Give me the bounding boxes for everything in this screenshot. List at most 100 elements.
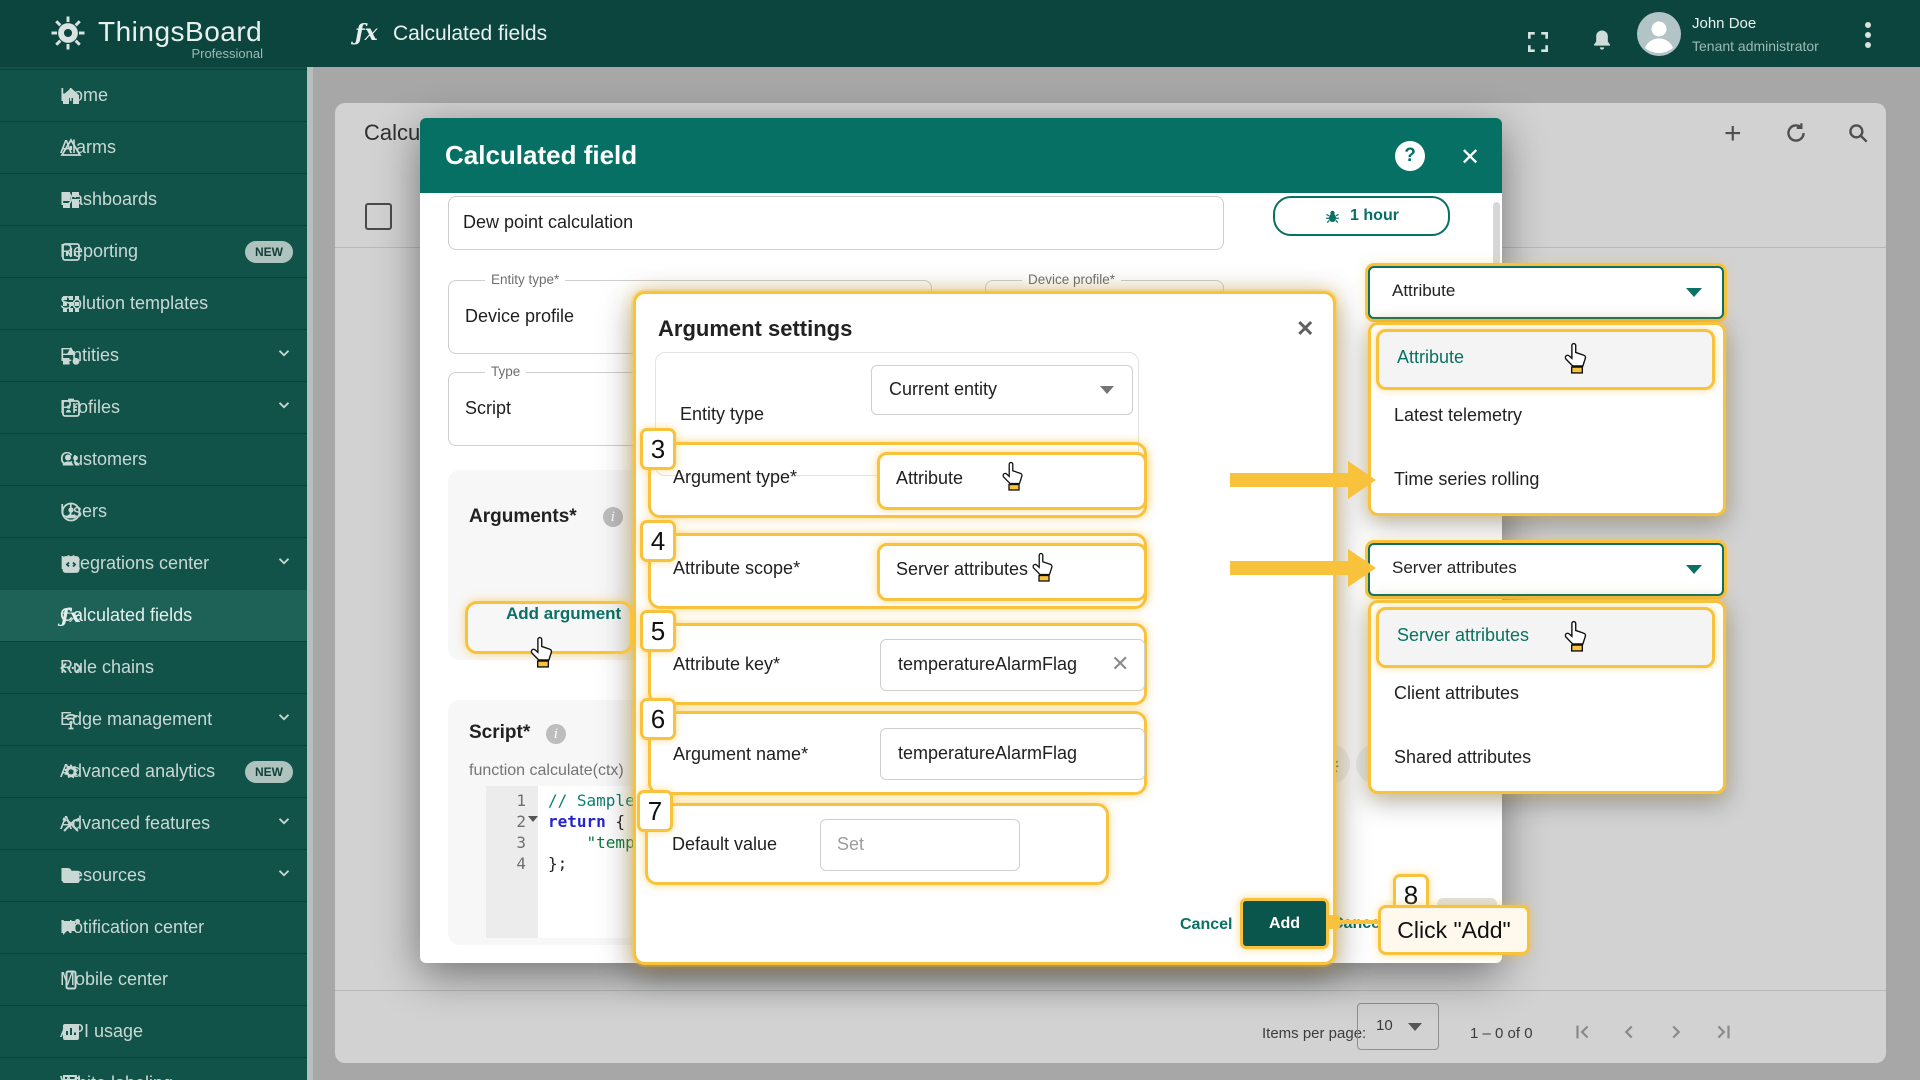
dialog-cancel-button[interactable]: Cancel (1180, 916, 1232, 934)
highlight-argument-name-row: Argument name* temperatureAlarmFlag (648, 711, 1147, 795)
sidebar-item-reporting[interactable]: Reporting NEW (0, 225, 307, 277)
kebab-menu-icon[interactable] (1864, 21, 1872, 55)
sidebar-scrollbar[interactable] (307, 67, 313, 1080)
fx-icon: ƒx (355, 20, 378, 46)
chevron-down-icon (275, 344, 293, 367)
sidebar-item-white-labeling[interactable]: White labeling (0, 1057, 307, 1080)
hand-cursor-icon (1564, 620, 1590, 657)
sidebar-item-notification-center[interactable]: Notification center (0, 901, 307, 953)
sidebar-item-users[interactable]: Users (0, 485, 307, 537)
thingsboard-app: ThingsBoard Professional ƒx Calculated f… (0, 0, 1920, 1080)
code-line: "temp (548, 833, 635, 852)
option-server-attributes[interactable]: Server attributes (1376, 607, 1715, 668)
sidebar-item-solution-templates[interactable]: Solution templates (0, 277, 307, 329)
paint-icon (58, 1071, 84, 1080)
sidebar-item-resources[interactable]: Resources (0, 849, 307, 901)
attribute-scope-select[interactable]: Server attributes (877, 543, 1147, 601)
sidebar-item-entities[interactable]: Entities (0, 329, 307, 381)
sidebar-nav: Home Alarms Dashboards Reporting NEW Sol… (0, 67, 307, 1080)
hand-cursor-icon (1032, 552, 1056, 587)
rule-chain-icon (58, 655, 84, 681)
highlight-argument-type-row: Argument type* Attribute (648, 442, 1147, 518)
refresh-icon[interactable] (1783, 120, 1809, 151)
sidebar-item-edge-management[interactable]: Edge management (0, 693, 307, 745)
logo-subtitle: Professional (98, 46, 263, 61)
id-card-icon (58, 395, 84, 421)
hand-cursor-icon (1002, 461, 1026, 496)
chevron-down-icon (1686, 565, 1702, 574)
add-icon[interactable]: + (1724, 117, 1742, 151)
last-page-icon[interactable] (1712, 1021, 1734, 1048)
argument-type-combo[interactable]: Attribute (1368, 266, 1724, 319)
chevron-down-icon (275, 708, 293, 731)
option-latest-telemetry[interactable]: Latest telemetry (1394, 405, 1522, 426)
sidebar-item-dashboards[interactable]: Dashboards (0, 173, 307, 225)
option-time-series-rolling[interactable]: Time series rolling (1394, 469, 1539, 490)
sidebar-item-mobile-center[interactable]: Mobile center (0, 953, 307, 1005)
step-badge-4: 4 (640, 520, 676, 562)
fullscreen-icon[interactable] (1525, 29, 1551, 60)
clear-icon[interactable]: ✕ (1111, 651, 1129, 677)
page-size-select[interactable]: 10 (1357, 1003, 1439, 1050)
entity-type-select[interactable]: Current entity (871, 365, 1133, 415)
highlight-default-value-row: Default value Set (645, 803, 1109, 885)
first-page-icon[interactable] (1572, 1021, 1594, 1048)
chevron-down-icon (1686, 288, 1702, 297)
integration-icon (58, 551, 84, 577)
argument-name-input[interactable]: temperatureAlarmFlag (880, 728, 1145, 780)
default-value-input[interactable]: Set (820, 819, 1020, 871)
highlight-attribute-key-row: Attribute key* temperatureAlarmFlag ✕ (648, 623, 1147, 705)
page-title: Calculated fields (393, 22, 547, 46)
close-icon[interactable]: ✕ (1460, 143, 1480, 172)
sidebar-item-integrations-center[interactable]: Integrations center (0, 537, 307, 589)
step-badge-6: 6 (640, 698, 676, 740)
sidebar-item-rule-chains[interactable]: Rule chains (0, 641, 307, 693)
name-input[interactable]: Dew point calculation (448, 196, 1224, 250)
notifications-bell-icon[interactable] (1588, 26, 1616, 61)
option-client-attributes[interactable]: Client attributes (1394, 683, 1519, 704)
attribute-key-input[interactable]: temperatureAlarmFlag ✕ (880, 639, 1145, 691)
sidebar-item-calculated-fields[interactable]: ƒx Calculated fields (0, 589, 307, 641)
argument-type-select[interactable]: Attribute (877, 452, 1147, 510)
user-name: John Doe (1692, 15, 1756, 32)
items-per-page-label: Items per page: (1262, 1025, 1366, 1042)
select-all-checkbox[interactable] (365, 203, 392, 230)
sidebar-item-customers[interactable]: Customers (0, 433, 307, 485)
new-badge: NEW (245, 761, 293, 783)
avatar[interactable] (1637, 12, 1681, 61)
info-icon: i (603, 507, 623, 527)
page-range: 1 – 0 of 0 (1470, 1025, 1533, 1042)
chevron-down-icon (1100, 386, 1114, 394)
code-fold-icon[interactable] (528, 816, 538, 822)
option-shared-attributes[interactable]: Shared attributes (1394, 747, 1531, 768)
chevron-down-icon (275, 812, 293, 835)
prev-page-icon[interactable] (1618, 1021, 1640, 1048)
sidebar-item-profiles[interactable]: Profiles (0, 381, 307, 433)
chevron-down-icon (275, 552, 293, 575)
dialog-add-button[interactable]: Add (1240, 898, 1329, 949)
sidebar-item-advanced-analytics[interactable]: Advanced analytics NEW (0, 745, 307, 797)
top-bar: ThingsBoard Professional ƒx Calculated f… (0, 0, 1920, 67)
option-attribute[interactable]: Attribute (1376, 329, 1715, 390)
logo-text: ThingsBoard (98, 16, 262, 48)
new-badge: NEW (245, 241, 293, 263)
next-page-icon[interactable] (1665, 1021, 1687, 1048)
connector-line (1340, 920, 1380, 924)
grid-icon (58, 291, 84, 317)
sidebar-item-api-usage[interactable]: API usage (0, 1005, 307, 1057)
shapes-icon (58, 343, 84, 369)
code-line: // Sample (548, 791, 635, 810)
search-icon[interactable] (1845, 120, 1871, 151)
bug-icon (1324, 208, 1341, 225)
fx-icon: ƒx (58, 603, 84, 629)
sidebar-item-alarms[interactable]: Alarms (0, 121, 307, 173)
debug-mode-button[interactable]: 1 hour (1273, 196, 1450, 236)
code-line: }; (548, 854, 567, 873)
sidebar-item-advanced-features[interactable]: Advanced features (0, 797, 307, 849)
sidebar-item-home[interactable]: Home (0, 69, 307, 121)
dialog-close-icon[interactable]: ✕ (1296, 316, 1314, 342)
help-icon[interactable]: ? (1395, 141, 1425, 171)
attribute-scope-combo[interactable]: Server attributes (1368, 543, 1724, 596)
dashboards-icon (58, 187, 84, 213)
hand-cursor-icon (1564, 342, 1590, 379)
